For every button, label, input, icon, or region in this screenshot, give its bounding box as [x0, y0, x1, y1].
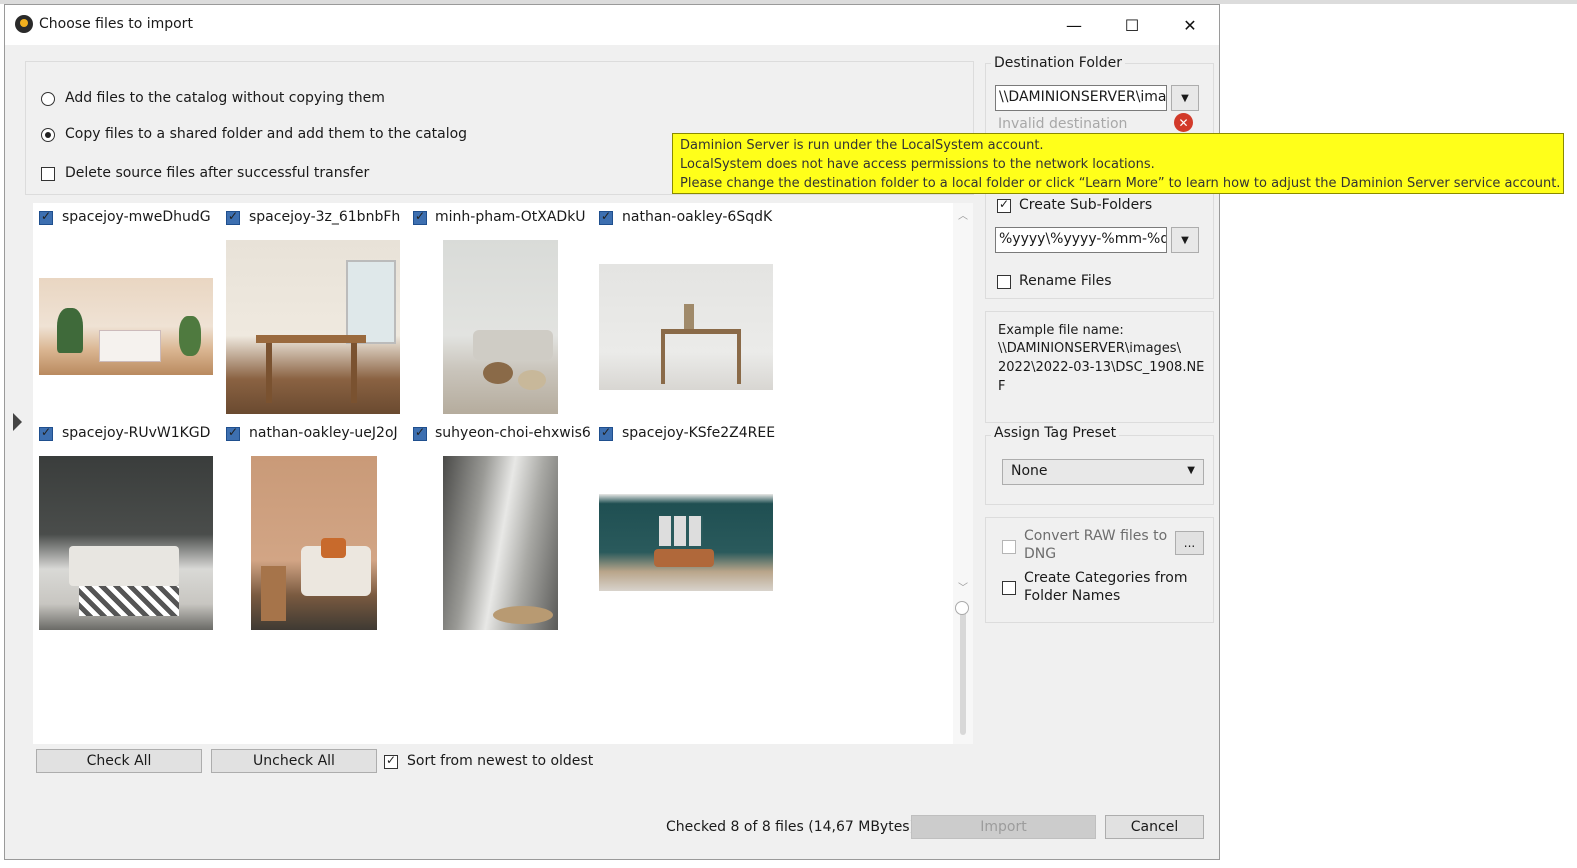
- file-thumbnail[interactable]: [443, 240, 558, 414]
- tooltip-line-2: LocalSystem does not have access permiss…: [680, 157, 1155, 172]
- expand-arrow-icon[interactable]: [13, 413, 22, 431]
- daminion-logo-icon: [15, 15, 33, 33]
- tag-preset-select[interactable]: None ▼: [1002, 459, 1204, 485]
- scroll-thumb[interactable]: [960, 603, 966, 735]
- add-without-copy-label[interactable]: Add files to the catalog without copying…: [65, 90, 385, 106]
- delete-source-label[interactable]: Delete source files after successful tra…: [65, 165, 369, 181]
- tag-preset-value: None: [1011, 463, 1048, 479]
- title-bar: Choose files to import — ☐ ✕: [5, 5, 1219, 45]
- file-name: nathan-oakley-6SqdK: [622, 209, 773, 225]
- maximize-button[interactable]: ☐: [1103, 5, 1161, 45]
- convert-raw-settings-button[interactable]: ...: [1175, 531, 1204, 555]
- file-checkbox[interactable]: [39, 209, 53, 225]
- copy-to-shared-label[interactable]: Copy files to a shared folder and add th…: [65, 126, 467, 142]
- delete-source-checkbox[interactable]: [41, 167, 55, 181]
- sort-newest-label[interactable]: Sort from newest to oldest: [407, 753, 593, 769]
- file-name: minh-pham-OtXADkU: [435, 209, 586, 225]
- convert-raw-checkbox[interactable]: [1002, 540, 1016, 554]
- uncheck-all-button[interactable]: Uncheck All: [211, 749, 377, 773]
- error-icon[interactable]: ✕: [1174, 113, 1193, 132]
- tooltip-line-3: Please change the destination folder to …: [680, 176, 1561, 191]
- scroll-up-icon[interactable]: ︿: [958, 207, 968, 222]
- destination-dropdown-button[interactable]: ▼: [1171, 85, 1199, 111]
- file-name: spacejoy-mweDhudG: [62, 209, 211, 225]
- subfolder-pattern-dropdown-button[interactable]: ▼: [1171, 227, 1199, 253]
- create-categories-label-1[interactable]: Create Categories from: [1024, 570, 1187, 586]
- close-button[interactable]: ✕: [1161, 5, 1219, 45]
- file-name: spacejoy-RUvW1KGD: [62, 425, 211, 441]
- file-thumbnail[interactable]: [226, 240, 400, 414]
- add-without-copy-radio[interactable]: [41, 92, 55, 106]
- chevron-down-icon: ▼: [1187, 465, 1195, 476]
- convert-raw-label-2: DNG: [1024, 546, 1057, 562]
- example-line-2: 2022\2022-03-13\DSC_1908.NE: [998, 360, 1205, 375]
- tooltip-line-1: Daminion Server is run under the LocalSy…: [680, 138, 1044, 153]
- file-name: spacejoy-KSfe2Z4REE: [622, 425, 776, 441]
- file-checkbox[interactable]: [599, 209, 613, 225]
- file-name: suhyeon-choi-ehxwis6: [435, 425, 591, 441]
- file-name: spacejoy-3z_61bnbFh: [249, 209, 401, 225]
- example-line-1: \\DAMINIONSERVER\images\: [998, 341, 1181, 356]
- rename-files-label[interactable]: Rename Files: [1019, 273, 1112, 289]
- file-grid: spacejoy-mweDhudG spacejoy-3z_61bnbFh mi…: [33, 203, 953, 744]
- subfolder-pattern-field[interactable]: %yyyy\%yyyy-%mm-%dd: [995, 227, 1167, 253]
- scroll-handle[interactable]: [955, 601, 969, 615]
- create-subfolders-label[interactable]: Create Sub-Folders: [1019, 197, 1152, 213]
- create-categories-checkbox[interactable]: [1002, 581, 1016, 595]
- file-thumbnail[interactable]: [251, 456, 377, 630]
- file-thumbnail[interactable]: [599, 264, 773, 390]
- file-checkbox[interactable]: [413, 209, 427, 225]
- file-thumbnail[interactable]: [39, 456, 213, 630]
- example-line-3: F: [998, 379, 1006, 394]
- invalid-destination-text: Invalid destination: [998, 116, 1128, 132]
- create-categories-label-2[interactable]: Folder Names: [1024, 588, 1120, 604]
- file-checkbox[interactable]: [599, 425, 613, 441]
- cancel-button[interactable]: Cancel: [1105, 815, 1204, 839]
- file-checkbox[interactable]: [39, 425, 53, 441]
- convert-raw-label-1: Convert RAW files to: [1024, 528, 1168, 544]
- window-title: Choose files to import: [39, 16, 193, 32]
- scroll-down-icon[interactable]: ﹀: [958, 579, 968, 594]
- copy-to-shared-radio[interactable]: [41, 128, 55, 142]
- sort-newest-checkbox[interactable]: [384, 753, 398, 769]
- example-label: Example file name:: [998, 323, 1124, 338]
- destination-path-field[interactable]: \\DAMINIONSERVER\images: [995, 85, 1167, 111]
- check-all-button[interactable]: Check All: [36, 749, 202, 773]
- file-thumbnail[interactable]: [443, 456, 558, 630]
- import-button[interactable]: Import: [911, 815, 1096, 839]
- file-checkbox[interactable]: [413, 425, 427, 441]
- tag-preset-title: Assign Tag Preset: [991, 425, 1120, 441]
- destination-error-tooltip: Daminion Server is run under the LocalSy…: [672, 133, 1564, 194]
- file-thumbnail[interactable]: [39, 278, 213, 375]
- file-name: nathan-oakley-uеJ2oJ: [249, 425, 398, 441]
- status-text: Checked 8 of 8 files (14,67 MBytes): [666, 819, 916, 835]
- file-checkbox[interactable]: [226, 425, 240, 441]
- rename-files-checkbox[interactable]: [997, 275, 1011, 289]
- file-thumbnail[interactable]: [599, 494, 773, 591]
- minimize-button[interactable]: —: [1045, 5, 1103, 45]
- file-checkbox[interactable]: [226, 209, 240, 225]
- destination-title: Destination Folder: [991, 55, 1126, 71]
- file-grid-scrollbar[interactable]: ︿ ﹀: [953, 203, 973, 744]
- create-subfolders-checkbox[interactable]: [997, 197, 1011, 213]
